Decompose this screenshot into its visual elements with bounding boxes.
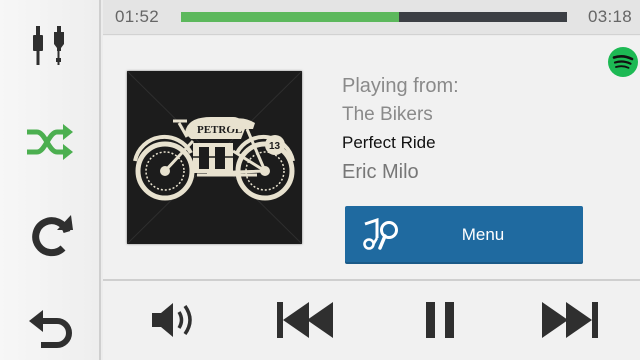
pause-button[interactable] — [405, 300, 475, 360]
music-search-icon — [363, 218, 398, 250]
track-title: Perfect Ride — [342, 133, 436, 152]
progress-bar-fill — [181, 12, 400, 22]
now-playing-panel: PETROL 13 Playing from: The Bikers Perfe… — [103, 36, 640, 360]
total-time: 03:18 — [587, 7, 632, 26]
audio-source-button[interactable] — [18, 16, 84, 76]
previous-icon — [277, 302, 333, 338]
previous-button[interactable] — [270, 300, 340, 360]
playback-controls — [103, 294, 640, 360]
sidebar — [0, 0, 101, 360]
playing-from-label: Playing from: — [342, 75, 459, 97]
menu-button[interactable]: Menu — [345, 206, 583, 264]
back-button[interactable] — [18, 300, 84, 360]
shuffle-icon — [27, 124, 73, 160]
playlist-name: The Bikers — [342, 104, 433, 125]
menu-label: Menu — [461, 225, 505, 244]
progress-strip: 01:52 03:18 — [103, 0, 640, 35]
next-icon — [542, 302, 598, 338]
audio-source-icon — [33, 26, 64, 65]
volume-icon — [152, 303, 192, 337]
divider — [103, 279, 640, 281]
repeat-button[interactable] — [18, 206, 84, 266]
artist-name: Eric Milo — [342, 161, 419, 183]
volume-button[interactable] — [139, 300, 209, 360]
back-icon — [29, 310, 72, 348]
progress-bar[interactable] — [181, 12, 567, 22]
repeat-icon — [32, 215, 73, 257]
track-info: Playing from: The Bikers Perfect Ride Er… — [342, 72, 602, 187]
elapsed-time: 01:52 — [115, 7, 160, 26]
shuffle-button[interactable] — [18, 112, 84, 172]
album-art: PETROL 13 — [127, 71, 302, 244]
svg-text:13: 13 — [269, 141, 281, 152]
spotify-icon — [607, 46, 639, 78]
pause-icon — [426, 302, 454, 338]
next-button[interactable] — [535, 300, 605, 360]
